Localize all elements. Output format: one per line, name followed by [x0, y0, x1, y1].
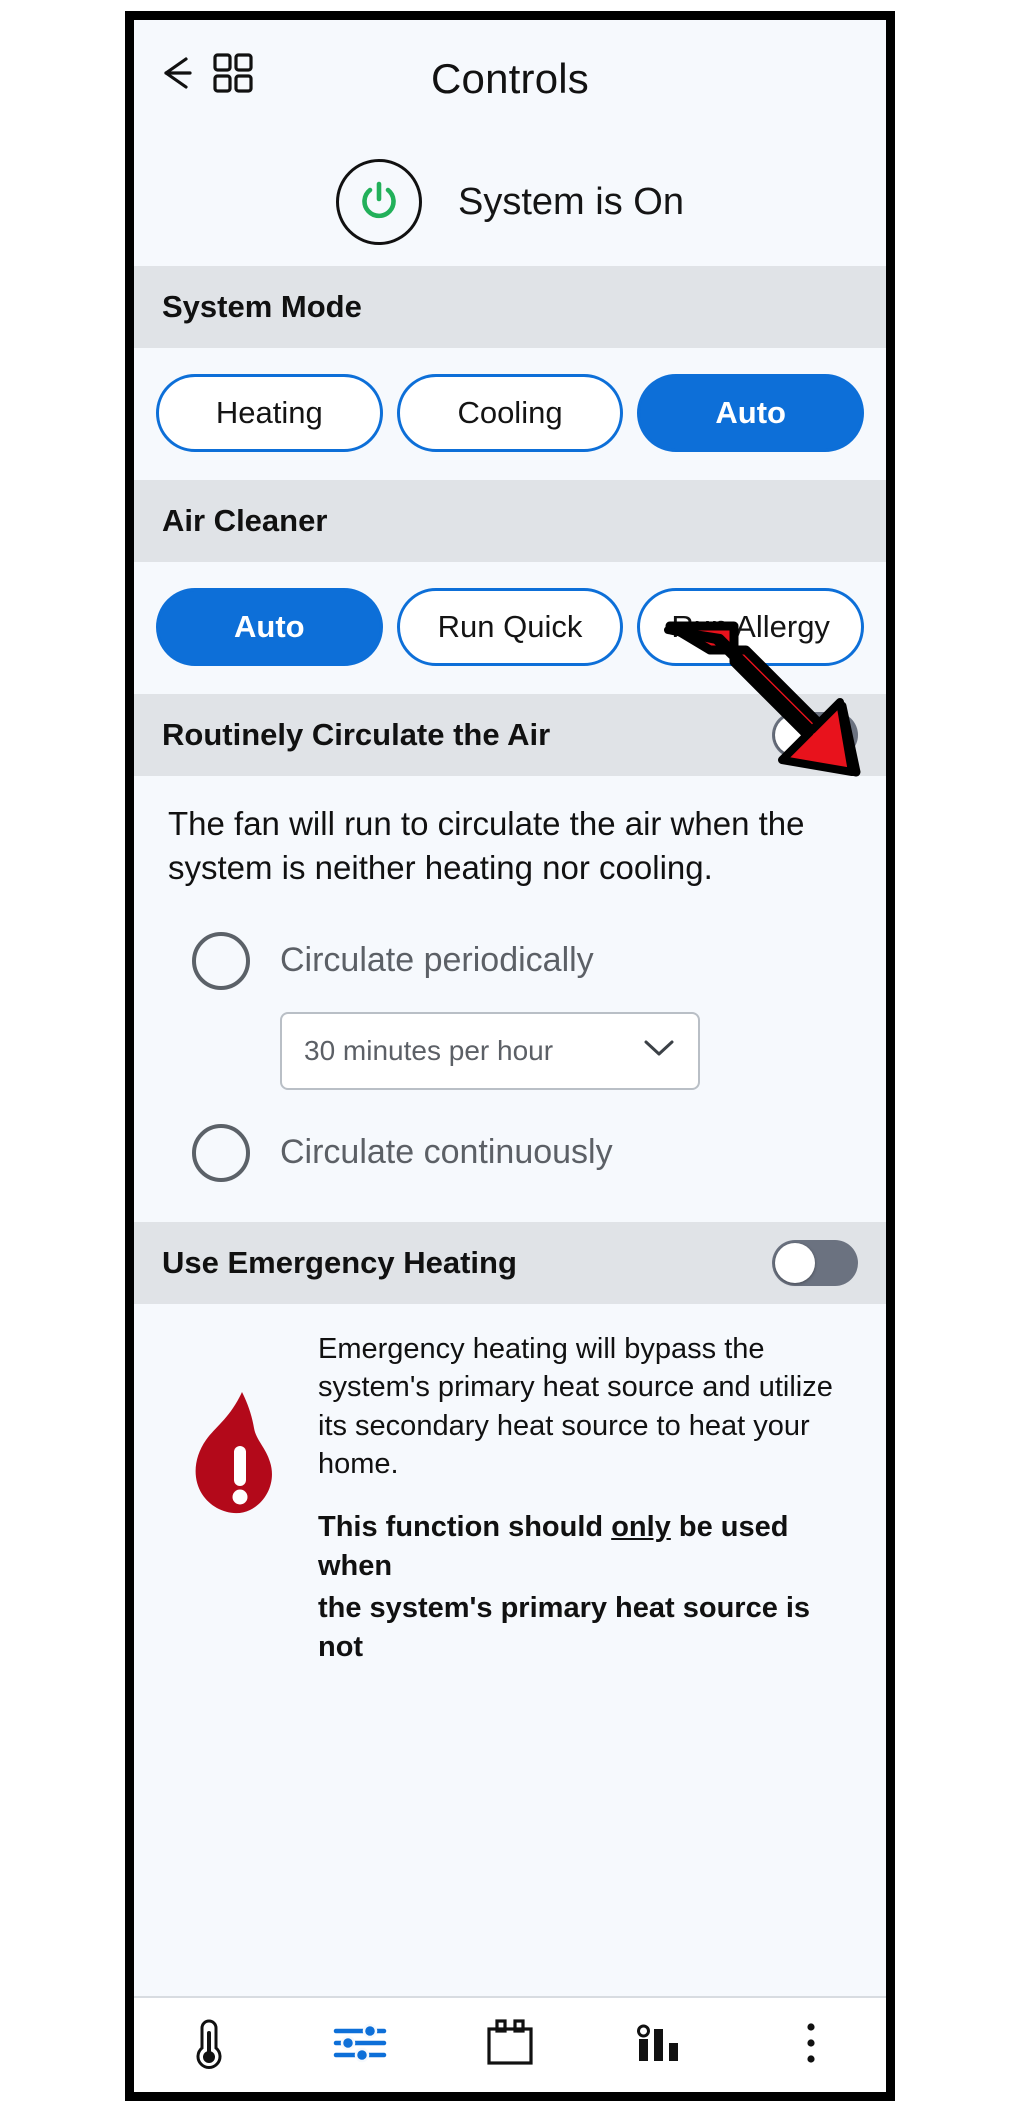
flame-warning-wrap: [156, 1330, 306, 1533]
more-vertical-icon: [803, 2019, 819, 2072]
circulate-toggle-knob: [775, 715, 815, 755]
emergency-heating-title: Use Emergency Heating: [162, 1245, 517, 1281]
circulate-description: The fan will run to circulate the air wh…: [168, 802, 808, 890]
chevron-down-icon: [642, 1037, 676, 1064]
system-mode-heating-button[interactable]: Heating: [156, 374, 383, 452]
system-mode-cooling-button[interactable]: Cooling: [397, 374, 624, 452]
circulate-periodically-label: Circulate periodically: [280, 941, 594, 980]
air-cleaner-run-quick-button[interactable]: Run Quick: [397, 588, 624, 666]
circulate-description-block: The fan will run to circulate the air wh…: [134, 776, 886, 898]
emergency-heating-text: Emergency heating will bypass the system…: [318, 1330, 864, 1667]
system-mode-auto-button[interactable]: Auto: [637, 374, 864, 452]
emergency-heating-toggle-knob: [775, 1243, 815, 1283]
nav-item-more[interactable]: [736, 2019, 886, 2072]
circulate-options: Circulate periodically 30 minutes per ho…: [134, 898, 886, 1222]
emergency-heating-header-row: Use Emergency Heating: [134, 1222, 886, 1304]
phone-screenshot: Controls System is On System Mode Heatin…: [0, 0, 1020, 2112]
system-status-label: System is On: [458, 181, 684, 224]
circulate-toggle[interactable]: [772, 712, 858, 758]
circulate-continuously-option[interactable]: Circulate continuously: [192, 1124, 886, 1182]
power-button[interactable]: [336, 159, 422, 245]
app-bar: Controls: [134, 20, 886, 138]
system-power-row: System is On: [134, 138, 886, 266]
air-cleaner-title: Air Cleaner: [162, 503, 327, 539]
nav-item-schedule[interactable]: [435, 2018, 585, 2073]
circulate-header-row: Routinely Circulate the Air: [134, 694, 886, 776]
grid-dashboard-icon[interactable]: [210, 50, 256, 101]
nav-item-usage[interactable]: [585, 2019, 735, 2072]
emergency-paragraph-2: This function should only be used when: [318, 1508, 854, 1585]
emergency-p2-pre: This function should: [318, 1511, 611, 1543]
phone-frame: Controls System is On System Mode Heatin…: [125, 11, 895, 2101]
circulate-title: Routinely Circulate the Air: [162, 717, 550, 753]
flame-warning-icon: [172, 1388, 290, 1533]
air-cleaner-auto-button[interactable]: Auto: [156, 588, 383, 666]
power-icon: [356, 177, 402, 228]
nav-item-temperature[interactable]: [134, 2015, 284, 2076]
circulate-interval-wrap: 30 minutes per hour: [280, 1012, 886, 1090]
system-mode-header: System Mode: [134, 266, 886, 348]
bottom-navigation-bar: [134, 1996, 886, 2092]
emergency-heating-toggle[interactable]: [772, 1240, 858, 1286]
nav-item-controls[interactable]: [284, 2021, 434, 2070]
radio-unchecked-icon: [192, 932, 250, 990]
thermometer-icon: [189, 2015, 229, 2076]
emergency-paragraph-3: the system's primary heat source is not: [318, 1589, 854, 1666]
circulate-interval-select[interactable]: 30 minutes per hour: [280, 1012, 700, 1090]
system-mode-title: System Mode: [162, 289, 362, 325]
emergency-heating-body: Emergency heating will bypass the system…: [134, 1304, 886, 1667]
emergency-paragraph-1: Emergency heating will bypass the system…: [318, 1330, 854, 1484]
emergency-p2-underline: only: [611, 1511, 671, 1543]
app-bar-left-icons: [156, 50, 256, 101]
air-cleaner-options: Auto Run Quick Run Allergy: [134, 562, 886, 694]
bar-chart-icon: [634, 2019, 686, 2072]
sliders-controls-icon: [332, 2021, 388, 2070]
air-cleaner-header: Air Cleaner: [134, 480, 886, 562]
radio-unchecked-icon: [192, 1124, 250, 1182]
circulate-periodically-option[interactable]: Circulate periodically: [192, 932, 886, 990]
circulate-continuously-label: Circulate continuously: [280, 1133, 613, 1172]
calendar-icon: [484, 2018, 536, 2073]
system-mode-options: Heating Cooling Auto: [134, 348, 886, 480]
arrow-left-icon[interactable]: [156, 53, 202, 98]
air-cleaner-run-allergy-button[interactable]: Run Allergy: [637, 588, 864, 666]
circulate-interval-value: 30 minutes per hour: [304, 1035, 553, 1067]
app-screen: Controls System is On System Mode Heatin…: [134, 20, 886, 2092]
